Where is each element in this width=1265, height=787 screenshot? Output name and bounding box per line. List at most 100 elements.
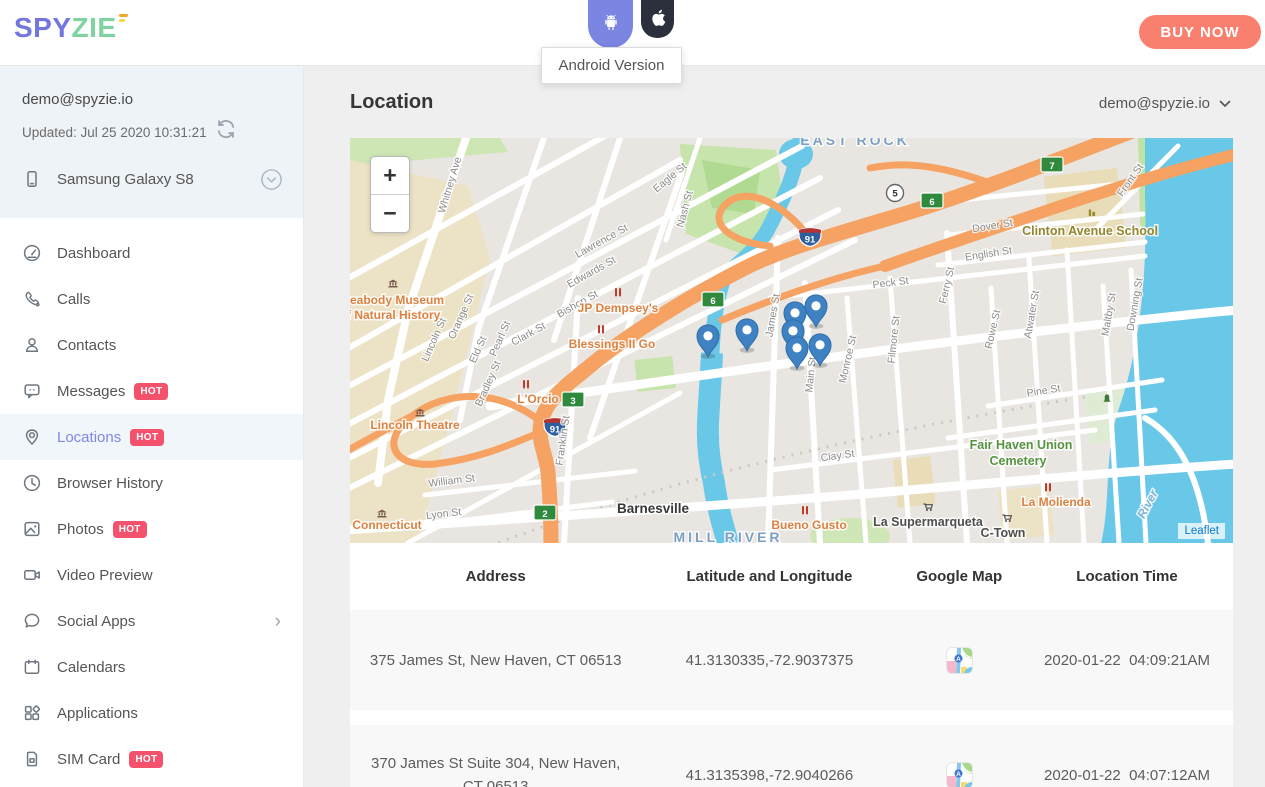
account-email: demo@spyzie.io xyxy=(0,65,303,108)
sidebar-item-label: Messages xyxy=(57,383,125,400)
table-row: 370 James St Suite 304, New Haven, CT 06… xyxy=(350,725,1233,787)
device-name: Samsung Galaxy S8 xyxy=(57,171,194,188)
refresh-icon[interactable] xyxy=(214,117,237,143)
i-sim-icon xyxy=(22,749,42,769)
i-photos-icon xyxy=(22,519,42,539)
i-dashboard-icon xyxy=(22,243,42,263)
cell-address: 375 James St, New Haven, CT 06513 xyxy=(350,649,641,672)
sidebar-item-label: Calls xyxy=(57,291,90,308)
map-label-bueno-gusto: Bueno Gusto xyxy=(771,518,846,532)
account-dropdown[interactable]: demo@spyzie.io xyxy=(1099,95,1231,112)
sidebar-item-browser-history[interactable]: Browser History xyxy=(0,460,303,506)
svg-text:6: 6 xyxy=(929,197,934,208)
hot-badge: HOT xyxy=(134,383,168,400)
map-label-la-supermarqueta: La Supermarqueta xyxy=(873,515,984,529)
sidebar-item-calendars[interactable]: Calendars xyxy=(0,644,303,690)
sidebar: demo@spyzie.io Updated: Jul 25 2020 10:3… xyxy=(0,65,304,787)
apple-icon xyxy=(650,8,666,31)
chevron-right-icon: › xyxy=(275,612,281,631)
location-map[interactable]: 6632759191 Whitney AveEagle StNash StLaw… xyxy=(350,138,1233,543)
column-header-googlemap: Google Map xyxy=(897,568,1021,585)
sidebar-item-label: Applications xyxy=(57,705,138,722)
google-map-icon[interactable] xyxy=(946,762,973,787)
sidebar-item-applications[interactable]: Applications xyxy=(0,690,303,736)
cell-time: 2020-01-22 04:09:21AM xyxy=(1021,652,1233,669)
route-shield-5: 5 xyxy=(887,185,904,202)
hot-badge: HOT xyxy=(130,429,164,446)
svg-text:5: 5 xyxy=(892,189,898,200)
android-version-button[interactable] xyxy=(588,0,633,48)
sidebar-item-video-preview[interactable]: Video Preview xyxy=(0,552,303,598)
leaflet-attribution[interactable]: Leaflet xyxy=(1178,523,1225,539)
sidebar-item-social-apps[interactable]: Social Apps› xyxy=(0,598,303,644)
i-social-icon xyxy=(22,611,42,631)
android-version-tooltip: Android Version xyxy=(541,47,682,84)
sidebar-item-messages[interactable]: Messages HOT xyxy=(0,368,303,414)
chevron-down-circle-icon[interactable] xyxy=(260,168,283,191)
svg-text:3: 3 xyxy=(570,396,575,407)
route-shield-6: 6 xyxy=(702,292,724,307)
hot-badge: HOT xyxy=(129,751,163,768)
sidebar-account-panel: demo@spyzie.io Updated: Jul 25 2020 10:3… xyxy=(0,65,303,218)
sidebar-item-calls[interactable]: Calls xyxy=(0,276,303,322)
route-shield-2: 2 xyxy=(534,505,556,520)
map-zoom-control: + − xyxy=(370,156,410,233)
i-history-icon xyxy=(22,473,42,493)
zoom-in-button[interactable]: + xyxy=(371,157,409,195)
locations-table: Address Latitude and Longitude Google Ma… xyxy=(350,543,1233,787)
cell-address: 370 James St Suite 304, New Haven, CT 06… xyxy=(350,752,641,787)
i-contacts-icon xyxy=(22,335,42,355)
sidebar-item-sim-card[interactable]: SIM Card HOT xyxy=(0,736,303,782)
map-label-fair-haven-union: Fair Haven Union xyxy=(970,438,1073,452)
svg-text:7: 7 xyxy=(1049,161,1054,172)
sidebar-item-label: SIM Card xyxy=(57,751,120,768)
map-label-of-natural-history: of Natural History xyxy=(350,308,441,322)
sidebar-item-label: Dashboard xyxy=(57,245,130,262)
sidebar-item-photos[interactable]: PhotosHOT xyxy=(0,506,303,552)
logo-flag-icon xyxy=(119,14,128,22)
sidebar-item-label: Contacts xyxy=(57,337,116,354)
sidebar-item-label: Video Preview xyxy=(57,567,153,584)
column-header-latlng: Latitude and Longitude xyxy=(641,568,897,585)
buy-now-button[interactable]: BUY NOW xyxy=(1139,15,1261,49)
map-label-connecticut: Connecticut xyxy=(352,518,421,532)
map-label-c-town: C-Town xyxy=(981,526,1026,540)
table-row: 375 James St, New Haven, CT 0651341.3130… xyxy=(350,610,1233,710)
page-title: Location xyxy=(350,91,433,114)
table-header-row: Address Latitude and Longitude Google Ma… xyxy=(350,543,1233,610)
i-applications-icon xyxy=(22,703,42,723)
google-map-icon[interactable] xyxy=(946,647,973,674)
column-header-address: Address xyxy=(350,568,641,585)
svg-text:6: 6 xyxy=(710,296,715,307)
account-dropdown-label: demo@spyzie.io xyxy=(1099,95,1210,112)
route-shield-3: 3 xyxy=(562,392,584,407)
route-shield-7: 7 xyxy=(1041,157,1063,172)
sidebar-item-dashboard[interactable]: Dashboard xyxy=(0,230,303,276)
map-label-barnesville: Barnesville xyxy=(617,501,690,516)
map-label-clinton-avenue-school: Clinton Avenue School xyxy=(1022,224,1158,238)
column-header-time: Location Time xyxy=(1021,568,1233,585)
i-locations-icon xyxy=(22,427,42,447)
ios-version-button[interactable] xyxy=(641,0,674,38)
map-label-l-orcio: L'Orcio xyxy=(517,392,559,406)
android-icon xyxy=(601,12,621,37)
i-calls-icon xyxy=(22,289,42,309)
i-video-icon xyxy=(22,565,42,585)
map-label-cemetery: Cemetery xyxy=(990,454,1047,468)
i-messages-icon xyxy=(22,381,42,401)
logo-text-zie: ZIE xyxy=(72,12,117,43)
main-content: Location demo@spyzie.io xyxy=(303,65,1265,787)
device-selector[interactable]: Samsung Galaxy S8 xyxy=(0,151,303,207)
sidebar-item-locations[interactable]: LocationsHOT xyxy=(0,414,303,460)
sidebar-item-label: Browser History xyxy=(57,475,163,492)
svg-text:2: 2 xyxy=(542,509,547,520)
route-shield-6: 6 xyxy=(921,193,943,208)
map-label-lincoln-theatre: Lincoln Theatre xyxy=(370,418,460,432)
zoom-out-button[interactable]: − xyxy=(371,195,409,232)
sidebar-item-contacts[interactable]: Contacts xyxy=(0,322,303,368)
map-label-jp-dempsey-s: JP Dempsey's xyxy=(578,301,659,315)
sidebar-item-label: Calendars xyxy=(57,659,125,676)
spyzie-logo[interactable]: SPYZIE xyxy=(14,12,128,44)
cell-latlng: 41.3130335,-72.9037375 xyxy=(641,652,897,669)
map-label-blessings-ii-go: Blessings II Go xyxy=(569,337,656,351)
